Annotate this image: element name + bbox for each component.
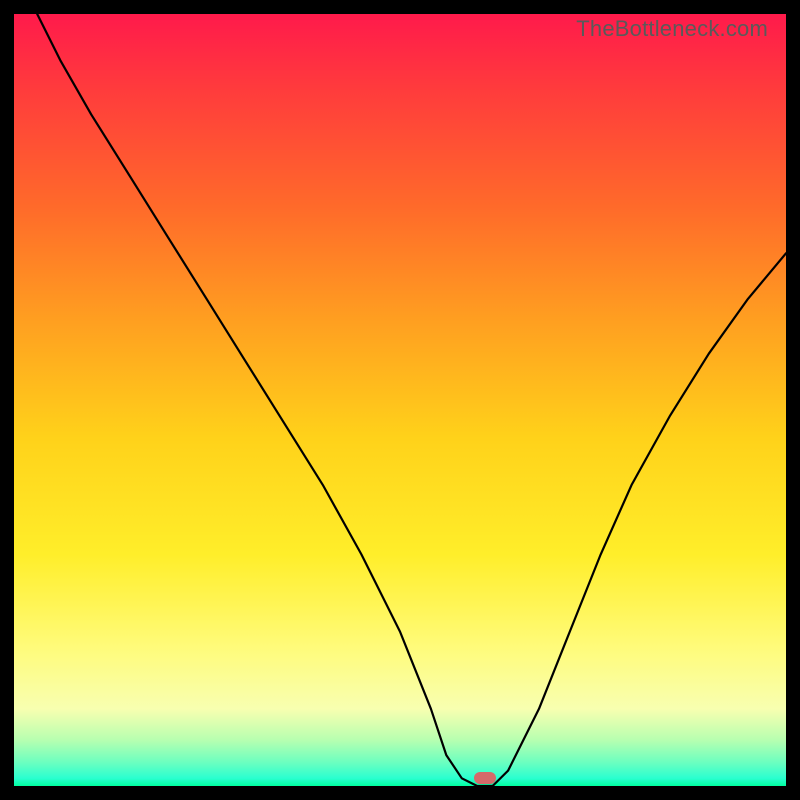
bottleneck-curve — [14, 14, 786, 786]
chart-frame: TheBottleneck.com — [0, 0, 800, 800]
plot-area: TheBottleneck.com — [14, 14, 786, 786]
optimum-marker — [474, 772, 496, 784]
curve-path — [37, 14, 786, 786]
